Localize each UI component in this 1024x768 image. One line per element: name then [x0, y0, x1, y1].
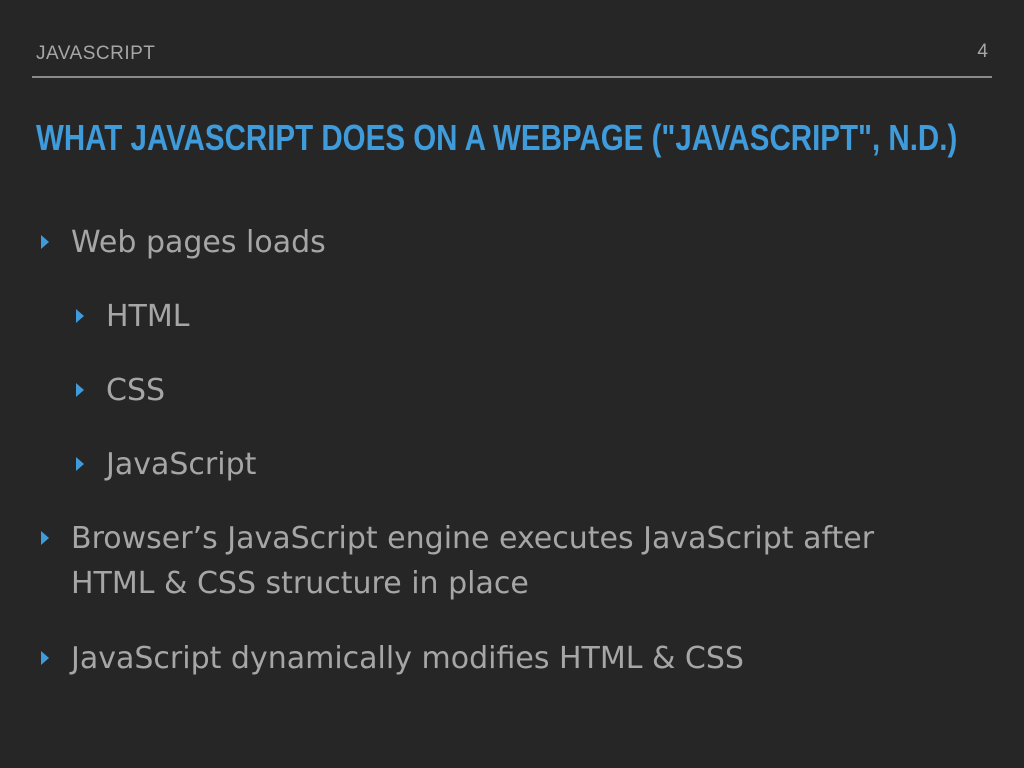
sub-bullet-item: CSS	[76, 368, 165, 413]
bullet-text: Browser’s JavaScript engine executes Jav…	[71, 521, 875, 601]
section-label: JAVASCRIPT	[36, 43, 156, 64]
sub-bullet-text: CSS	[106, 373, 166, 408]
bullet-arrow-icon	[76, 457, 84, 471]
slide-title: WHAT JAVASCRIPT DOES ON A WEBPAGE ("JAVA…	[36, 117, 958, 158]
sub-bullet-item: HTML	[76, 294, 189, 339]
sub-bullet-text: JavaScript	[106, 447, 257, 482]
page-number: 4	[977, 41, 988, 62]
bullet-text: JavaScript dynamically modifies HTML & C…	[71, 641, 744, 676]
sub-bullet-item: JavaScript	[76, 442, 256, 487]
header-divider	[32, 76, 992, 78]
bullet-arrow-icon	[76, 383, 84, 397]
bullet-text: Web pages loads	[71, 225, 326, 260]
bullet-arrow-icon	[41, 651, 49, 665]
sub-bullet-text: HTML	[106, 299, 190, 334]
bullet-item: Web pages loads	[41, 220, 326, 265]
bullet-item: JavaScript dynamically modifies HTML & C…	[41, 636, 744, 681]
bullet-item: Browser’s JavaScript engine executes Jav…	[41, 516, 951, 606]
bullet-arrow-icon	[41, 531, 49, 545]
bullet-arrow-icon	[41, 235, 49, 249]
bullet-arrow-icon	[76, 309, 84, 323]
